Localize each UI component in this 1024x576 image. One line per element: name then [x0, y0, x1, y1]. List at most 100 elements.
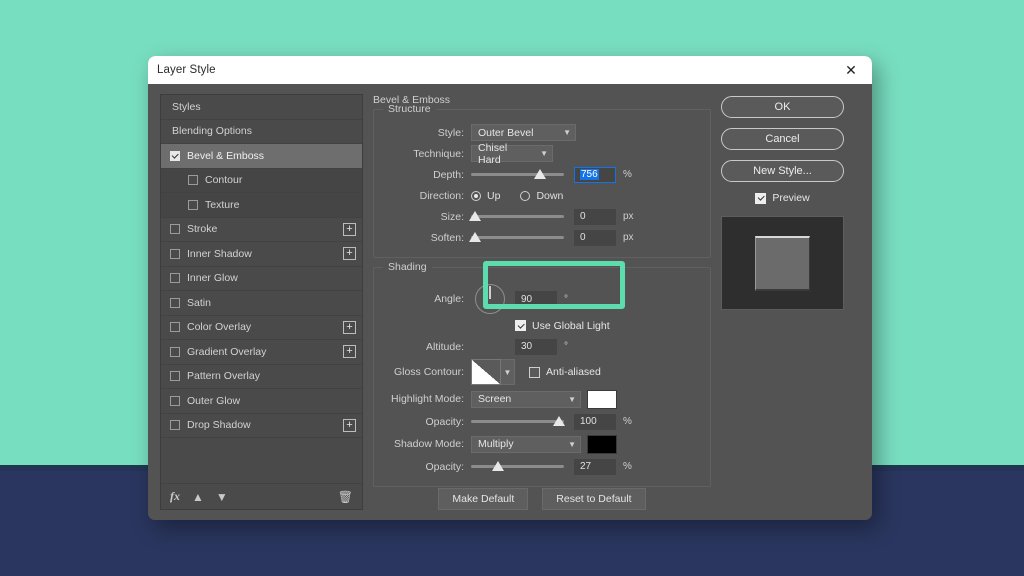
depth-slider[interactable] — [471, 167, 564, 183]
shadow-opacity-input[interactable]: 27 — [574, 458, 616, 475]
altitude-row: Altitude: 30 ° — [384, 337, 700, 356]
checkbox-icon[interactable] — [170, 371, 180, 382]
sidebar-item-label: Inner Shadow — [187, 247, 252, 260]
highlight-opacity-input[interactable]: 100 — [574, 413, 616, 430]
checkbox-icon[interactable] — [188, 175, 198, 186]
soften-slider[interactable] — [469, 230, 564, 246]
size-input[interactable]: 0 — [574, 208, 616, 225]
layer-style-dialog: Layer Style ✕ Styles Blending Options Beve… — [148, 56, 872, 520]
fx-icon[interactable]: fx — [170, 489, 180, 504]
preview-thumbnail — [721, 216, 844, 310]
sidebar-item-label: Pattern Overlay — [187, 370, 260, 383]
angle-dial-needle — [489, 286, 491, 299]
direction-down-radio[interactable]: Down — [520, 190, 563, 202]
size-slider-thumb[interactable] — [469, 210, 481, 221]
sidebar-item-texture[interactable]: Texture — [161, 193, 362, 218]
angle-input[interactable]: 90 — [515, 291, 557, 307]
checkbox-icon[interactable] — [170, 322, 180, 333]
shadow-opacity-value: 27 — [580, 461, 592, 472]
add-effect-icon[interactable]: + — [343, 345, 356, 358]
move-down-icon[interactable]: ▼ — [216, 490, 228, 504]
checkbox-icon[interactable] — [170, 273, 180, 284]
soften-input[interactable]: 0 — [574, 229, 616, 246]
highlight-color-swatch[interactable] — [587, 389, 617, 409]
use-global-light-checkbox[interactable]: Use Global Light — [515, 320, 610, 332]
direction-row: Direction: Up Down — [384, 186, 700, 205]
depth-slider-thumb[interactable] — [534, 168, 546, 179]
checkbox-icon[interactable] — [170, 150, 180, 161]
shadow-opacity-slider[interactable] — [471, 459, 564, 475]
cancel-button[interactable]: Cancel — [721, 128, 844, 150]
ok-button[interactable]: OK — [721, 96, 844, 118]
preview-checkbox[interactable]: Preview — [721, 192, 844, 204]
shadow-opacity-row: Opacity: 27 % — [384, 457, 700, 476]
sidebar-item-outer-glow[interactable]: Outer Glow — [161, 389, 362, 414]
add-effect-icon[interactable]: + — [343, 320, 356, 334]
size-row: Size: 0 px — [384, 207, 700, 226]
add-effect-icon[interactable]: + — [343, 418, 356, 432]
structure-legend: Structure — [383, 103, 436, 115]
radio-icon — [520, 190, 531, 201]
move-up-icon[interactable]: ▲ — [192, 490, 204, 504]
direction-down-label: Down — [536, 189, 564, 202]
technique-select[interactable]: Chisel Hard ▼ — [471, 142, 553, 166]
sidebar-item-bevel-emboss[interactable]: Bevel & Emboss — [161, 144, 362, 169]
sidebar-item-label: Bevel & Emboss — [187, 149, 265, 162]
angle-unit: ° — [564, 293, 568, 305]
anti-aliased-checkbox[interactable]: Anti-aliased — [529, 366, 601, 378]
trash-icon[interactable]: 🗑 — [338, 490, 353, 504]
sidebar-item-stroke[interactable]: Stroke + — [161, 218, 362, 242]
sidebar-item-contour[interactable]: Contour — [161, 168, 362, 193]
sidebar-item-drop-shadow[interactable]: Drop Shadow + — [161, 414, 362, 438]
sidebar-item-color-overlay[interactable]: Color Overlay + — [161, 316, 362, 340]
sidebar-item-inner-glow[interactable]: Inner Glow — [161, 267, 362, 291]
checkbox-icon[interactable] — [170, 224, 180, 235]
checkbox-icon[interactable] — [170, 395, 180, 406]
style-row: Style: Outer Bevel ▼ — [384, 123, 700, 142]
shading-legend: Shading — [383, 261, 432, 273]
checkbox-icon[interactable] — [188, 199, 198, 210]
highlight-opacity-value: 100 — [580, 416, 597, 427]
checkbox-icon[interactable] — [170, 420, 180, 431]
altitude-input[interactable]: 30 — [515, 338, 557, 355]
size-slider[interactable] — [469, 209, 564, 225]
sidebar-item-blending-options[interactable]: Blending Options — [161, 120, 362, 144]
new-style-button[interactable]: New Style... — [721, 160, 844, 182]
slider-thumb[interactable] — [553, 415, 565, 426]
sidebar-item-label: Satin — [187, 296, 211, 309]
dialog-actions: OK Cancel New Style... Preview — [721, 94, 844, 510]
highlight-mode-select[interactable]: Screen ▼ — [471, 390, 581, 408]
checkbox-icon[interactable] — [170, 248, 180, 259]
sidebar-item-label: Outer Glow — [187, 394, 241, 407]
direction-up-radio[interactable]: Up — [471, 190, 500, 202]
sidebar-item-pattern-overlay[interactable]: Pattern Overlay — [161, 365, 362, 389]
checkbox-icon — [529, 366, 540, 378]
make-default-button[interactable]: Make Default — [438, 488, 529, 510]
highlight-opacity-row: Opacity: 100 % — [384, 412, 700, 431]
shadow-color-swatch[interactable] — [587, 434, 617, 454]
sidebar-item-satin[interactable]: Satin — [161, 291, 362, 316]
depth-input[interactable]: 756 — [574, 166, 616, 183]
highlight-opacity-slider[interactable] — [471, 414, 565, 430]
angle-dial[interactable] — [475, 284, 505, 314]
close-icon[interactable]: ✕ — [840, 59, 862, 81]
add-effect-icon[interactable]: + — [343, 247, 356, 260]
sidebar-item-inner-shadow[interactable]: Inner Shadow + — [161, 242, 362, 267]
depth-slider-track — [471, 173, 564, 176]
checkbox-icon[interactable] — [170, 297, 180, 308]
style-select[interactable]: Outer Bevel ▼ — [471, 124, 576, 141]
gloss-contour-swatch[interactable] — [471, 359, 501, 385]
add-effect-icon[interactable]: + — [343, 222, 356, 236]
sidebar-item-gradient-overlay[interactable]: Gradient Overlay + — [161, 340, 362, 365]
soften-slider-thumb[interactable] — [469, 231, 481, 242]
global-light-row: Use Global Light — [384, 316, 700, 335]
slider-thumb[interactable] — [492, 460, 504, 471]
shadow-mode-row: Shadow Mode: Multiply ▼ — [384, 433, 700, 455]
reset-to-default-button[interactable]: Reset to Default — [542, 488, 646, 510]
sidebar-item-styles[interactable]: Styles — [161, 95, 362, 120]
page-title: Layer Style — [157, 64, 216, 76]
checkbox-icon — [515, 320, 526, 331]
checkbox-icon[interactable] — [170, 346, 180, 357]
chevron-down-icon[interactable]: ▼ — [501, 359, 515, 385]
shadow-mode-select[interactable]: Multiply ▼ — [471, 435, 581, 453]
